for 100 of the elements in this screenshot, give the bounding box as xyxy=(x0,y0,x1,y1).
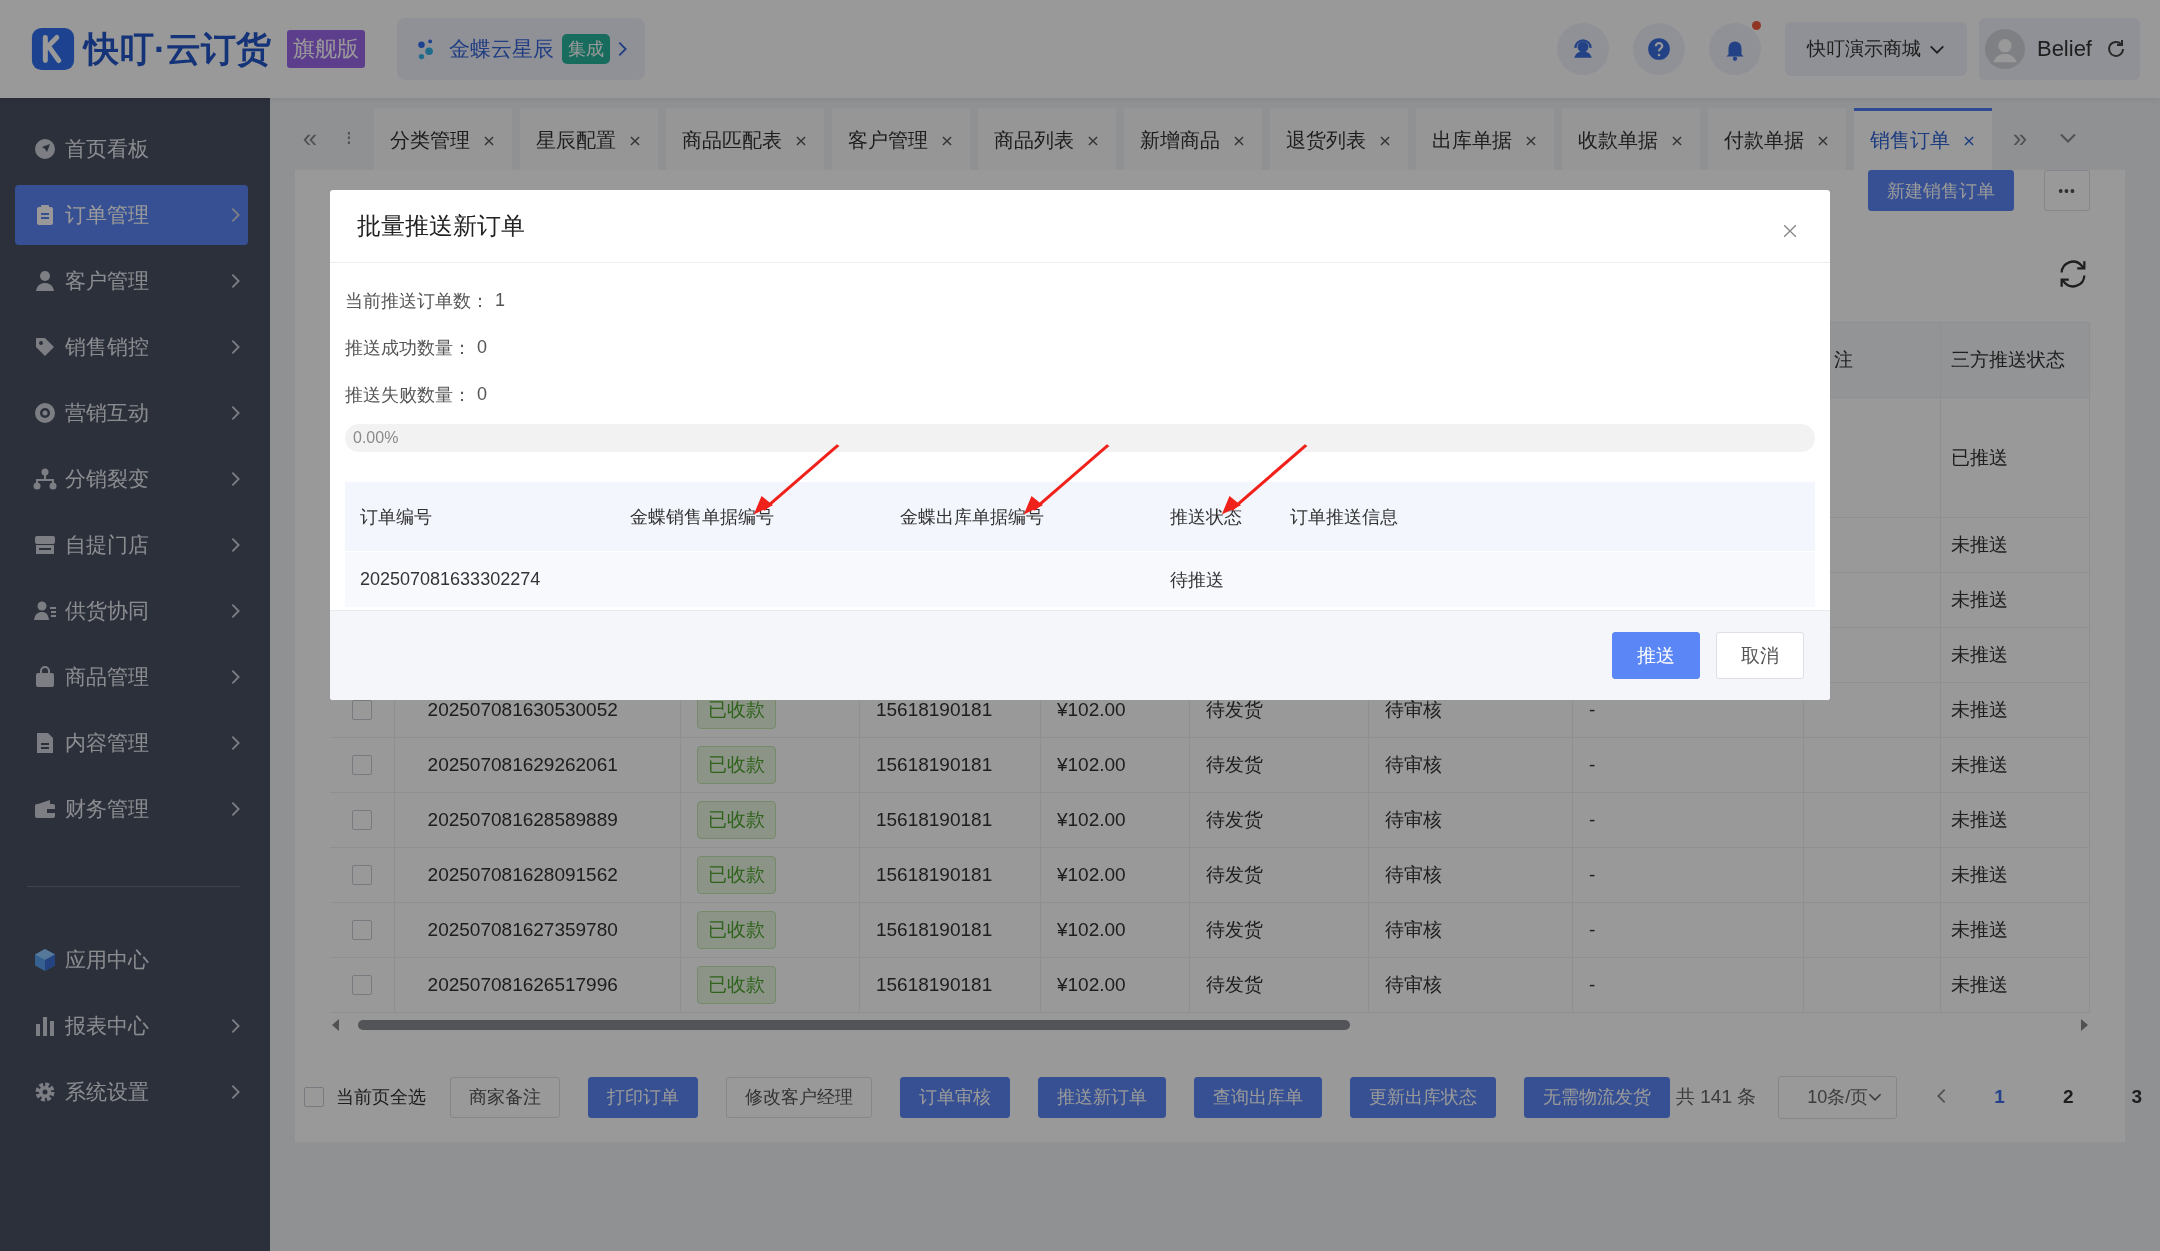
table-cell-text: 待审核 xyxy=(1385,698,1443,722)
table-cell-text: 待发货 xyxy=(1206,918,1264,942)
bulk-action-button[interactable]: 推送新订单 xyxy=(1038,1076,1166,1118)
table-cell: ¥102.00 xyxy=(1056,864,1126,886)
sidebar-item[interactable]: 首页看板 xyxy=(0,116,270,182)
tab[interactable]: 退货列表 xyxy=(1270,108,1408,170)
modal-title: 批量推送新订单 xyxy=(357,211,525,241)
integration-badge: 集成 xyxy=(561,34,610,64)
close-icon xyxy=(628,133,642,148)
sidebar-item[interactable]: 商品管理 xyxy=(0,644,270,710)
column-header: 订单推送信息 xyxy=(1290,506,1398,527)
sidebar-item[interactable]: 供货协同 xyxy=(0,578,270,644)
store-icon xyxy=(33,533,57,557)
user-chip[interactable]: Belief xyxy=(1978,18,2140,80)
table-cell: ¥102.00 xyxy=(1056,974,1126,996)
page-size-select[interactable]: 10条/页 xyxy=(1778,1075,1898,1119)
table-cell: - xyxy=(1588,809,1596,831)
more-button[interactable]: ••• xyxy=(2044,170,2090,211)
person-icon xyxy=(33,269,57,293)
new-order-button[interactable]: 新建销售订单 xyxy=(1868,170,2014,211)
bulk-action-button[interactable]: 修改客户经理 xyxy=(726,1076,872,1118)
store-selector[interactable]: 快叮演示商城 xyxy=(1784,22,1967,76)
sidebar-item[interactable]: 销售销控 xyxy=(0,314,270,380)
table-cell-text: 待审核 xyxy=(1385,753,1443,777)
edition-badge: 旗舰版 xyxy=(286,30,365,68)
table-cell-text: 待发货 xyxy=(1206,973,1264,997)
payment-tag: 已收款 xyxy=(697,966,776,1004)
page-number[interactable]: 2 xyxy=(2052,1086,2084,1108)
table-cell-text: 未推送 xyxy=(1950,698,2008,722)
tab[interactable]: 新增商品 xyxy=(1124,108,1262,170)
row-checkbox[interactable] xyxy=(351,700,372,720)
table-cell-text: 待发货 xyxy=(1206,808,1264,832)
sidebar-item[interactable]: 分销裂变 xyxy=(0,446,270,512)
avatar-icon xyxy=(1984,29,2025,69)
close-icon xyxy=(1816,133,1830,148)
sidebar-item[interactable]: 订单管理 xyxy=(15,185,248,245)
hierarchy-icon xyxy=(33,467,57,491)
tab[interactable]: 收款单据 xyxy=(1562,108,1700,170)
sidebar-item[interactable]: 营销互动 xyxy=(0,380,270,446)
table-cell-text: 已推送 xyxy=(1950,445,2008,470)
row-checkbox[interactable] xyxy=(351,975,372,995)
stat-value: 1 xyxy=(495,290,505,311)
close-icon xyxy=(1086,133,1100,148)
close-icon xyxy=(1524,133,1538,148)
row-checkbox[interactable] xyxy=(351,865,372,885)
bulk-action-button[interactable]: 无需物流发货 xyxy=(1524,1076,1670,1118)
caret-down-icon xyxy=(1928,44,1945,54)
payment-tag: 已收款 xyxy=(697,801,776,839)
sidebar-item[interactable]: 财务管理 xyxy=(0,776,270,842)
table-cell: 15618190181 xyxy=(875,699,993,721)
sidebar-item[interactable]: 报表中心 xyxy=(0,993,270,1059)
sidebar-item[interactable]: 系统设置 xyxy=(0,1059,270,1125)
tab[interactable]: 商品匹配表 xyxy=(666,108,824,170)
tab[interactable]: 商品列表 xyxy=(978,108,1116,170)
logo-icon xyxy=(30,26,76,72)
chevron-left-icon xyxy=(1937,1087,1947,1104)
tab[interactable]: 分类管理 xyxy=(374,108,512,170)
select-all-checkbox[interactable] xyxy=(304,1087,324,1107)
sidebar-item[interactable]: 自提门店 xyxy=(0,512,270,578)
push-button[interactable]: 推送 xyxy=(1612,632,1700,679)
table-cell-text: 待发货 xyxy=(1206,753,1264,777)
bar-chart-icon xyxy=(33,1014,57,1038)
integration-chip[interactable]: 金蝶云星辰 集成 xyxy=(396,18,645,80)
app-logo-text: 快叮·云订货 xyxy=(84,27,271,70)
sidebar-item[interactable]: 应用中心 xyxy=(0,927,270,993)
page-number[interactable]: 3 xyxy=(2121,1086,2153,1108)
page-number[interactable]: 1 xyxy=(1984,1086,2015,1108)
table-cell: 202507081626517996 xyxy=(427,974,618,996)
sidebar-item[interactable]: 客户管理 xyxy=(0,248,270,314)
row-checkbox[interactable] xyxy=(351,810,372,830)
column-header: 订单编号 xyxy=(360,506,432,527)
tab-menu-button[interactable]: ⁝ xyxy=(338,106,360,170)
column-header: 推送状态 xyxy=(1170,506,1242,527)
caret-down-icon xyxy=(1868,1093,1883,1101)
table-cell: 202507081629262061 xyxy=(427,754,618,776)
table-cell: 202507081627359780 xyxy=(427,919,618,941)
tab[interactable]: 星辰配置 xyxy=(520,108,658,170)
next-tabs-button[interactable]: » xyxy=(2000,106,2040,170)
tab[interactable]: 付款单据 xyxy=(1708,108,1846,170)
table-cell: - xyxy=(1588,974,1596,996)
tab[interactable]: 客户管理 xyxy=(832,108,970,170)
bulk-action-button[interactable]: 查询出库单 xyxy=(1194,1076,1322,1118)
row-checkbox[interactable] xyxy=(351,920,372,940)
bulk-action-button[interactable]: 打印订单 xyxy=(588,1076,698,1118)
bulk-action-button[interactable]: 更新出库状态 xyxy=(1350,1076,1496,1118)
stat-label: 推送成功数量： xyxy=(345,336,471,360)
bulk-action-button[interactable]: 商家备注 xyxy=(450,1076,560,1118)
tab[interactable]: 出库单据 xyxy=(1416,108,1554,170)
help-icon xyxy=(1645,36,1672,62)
tab[interactable]: 销售订单 xyxy=(1854,108,1992,170)
bulk-action-button[interactable]: 订单审核 xyxy=(900,1076,1010,1118)
table-cell: ¥102.00 xyxy=(1056,699,1126,721)
select-all-label: 当前页全选 xyxy=(336,1086,426,1109)
column-header: 三方推送状态 xyxy=(1950,348,2065,372)
table-cell-text: 未推送 xyxy=(1950,863,2008,887)
previous-tabs-button[interactable]: « xyxy=(290,106,330,170)
sidebar-item[interactable]: 内容管理 xyxy=(0,710,270,776)
cancel-button[interactable]: 取消 xyxy=(1716,632,1804,679)
total-count: 共 141 条 xyxy=(1676,1085,1757,1109)
row-checkbox[interactable] xyxy=(351,755,372,775)
